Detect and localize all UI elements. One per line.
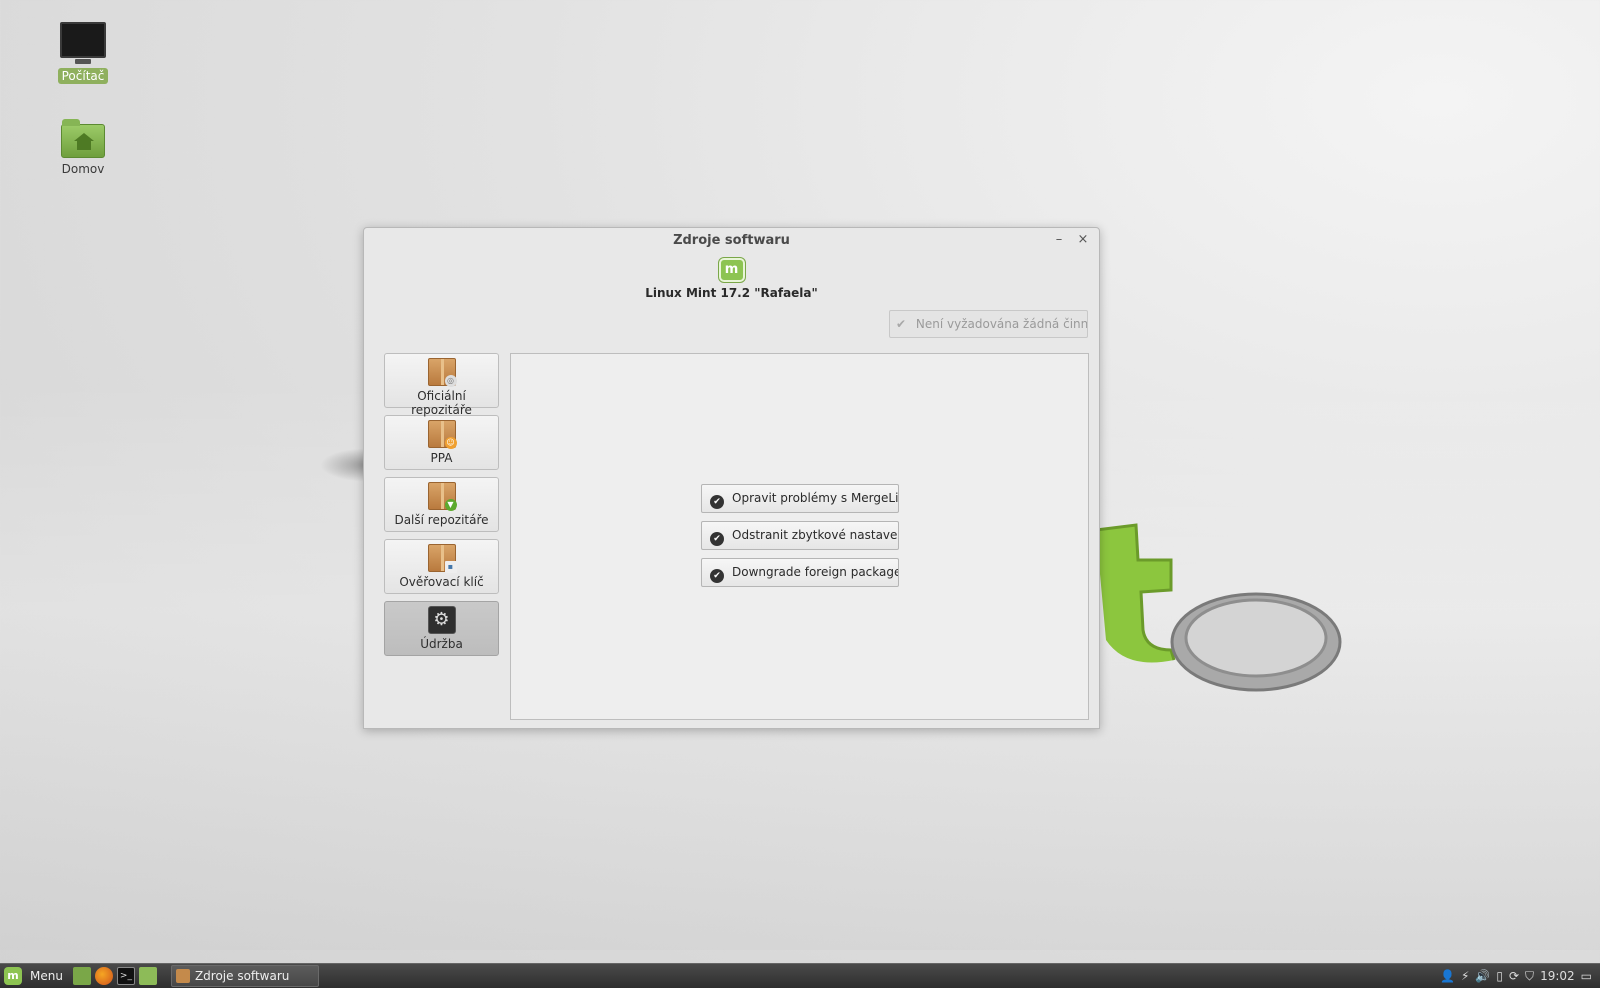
firefox-icon[interactable] [94,967,113,985]
check-circle-icon: ✔ [710,495,724,509]
wallpaper-mint-logo [1096,523,1342,692]
distro-version-label: Linux Mint 17.2 "Rafaela" [645,286,818,300]
computer-monitor-icon [60,22,106,64]
sidebar-item-label: Další repozitáře [394,513,489,527]
close-button[interactable]: × [1077,228,1089,254]
volume-icon[interactable]: 🔊 [1475,969,1490,983]
button-label: Opravit problémy s MergeList [732,491,899,505]
maintenance-panel: ✔ Opravit problémy s MergeList ✔ Odstranit… [510,353,1089,720]
menu-button[interactable]: m Menu [0,964,71,988]
menu-label: Menu [30,969,63,983]
sidebar-item-additional-repositories[interactable]: ▼ Další repozitáře [384,477,499,532]
no-action-required-button[interactable]: ✔ Není vyžadována žádná činnost [889,310,1088,338]
fix-mergelist-button[interactable]: ✔ Opravit problémy s MergeList [701,484,899,513]
clock[interactable]: 19:02 [1540,969,1575,983]
status-button-label: Není vyžadována žádná činnost [915,317,1088,331]
sidebar-item-ppa[interactable]: ☺ PPA [384,415,499,470]
minimize-button[interactable]: – [1053,228,1065,254]
package-add-icon: ▼ [427,482,457,511]
mint-menu-icon: m [4,967,22,985]
downgrade-foreign-packages-button[interactable]: ✔ Downgrade foreign packages [701,558,899,587]
sidebar-item-maintenance[interactable]: ⚙ Údržba [384,601,499,656]
sidebar-item-official-repositories[interactable]: ◎ Oficiální repozitáře [384,353,499,417]
software-sources-icon [175,969,190,983]
taskbar: m Menu >_ Zdroje softwaru 👤 ⚡ 🔊 ▯ ⟳ ⛉ 19… [0,963,1600,988]
desktop-icon-home[interactable]: Domov [38,119,128,177]
sidebar-item-label: Údržba [420,637,463,651]
battery-icon[interactable]: ▯ [1496,969,1503,983]
check-circle-icon: ✔ [710,569,724,583]
system-tray: 👤 ⚡ 🔊 ▯ ⟳ ⛉ 19:02 ▭ [1440,969,1600,984]
maintenance-actions: ✔ Opravit problémy s MergeList ✔ Odstranit… [701,484,899,595]
remove-residual-config-button[interactable]: ✔ Odstranit zbytkové nastavení [701,521,899,550]
check-circle-icon: ✔ [710,532,724,546]
desktop-icon-label: Počítač [57,68,109,84]
files-icon[interactable] [138,967,157,985]
home-folder-icon [61,119,105,158]
check-icon: ✔ [896,317,907,331]
button-label: Odstranit zbytkové nastavení [732,528,899,542]
sidebar-item-label: Oficiální repozitáře [411,389,472,417]
package-cd-icon: ◎ [427,358,457,387]
package-ppa-icon: ☺ [427,420,457,449]
show-desktop-icon[interactable] [72,967,91,985]
sidebar: ◎ Oficiální repozitáře ☺ PPA ▼ Další rep… [384,353,499,663]
display-icon[interactable]: ▭ [1581,969,1592,983]
desktop-icon-computer[interactable]: Počítač [38,22,128,84]
tools-icon: ⚙ [427,606,456,634]
terminal-icon[interactable]: >_ [116,967,135,985]
button-label: Downgrade foreign packages [732,565,899,579]
window-title: Zdroje softwaru [673,233,790,248]
window-header: m Linux Mint 17.2 "Rafaela" [364,258,1099,300]
network-icon[interactable]: ⚡ [1461,969,1469,983]
linux-mint-logo-icon: m [718,258,745,282]
software-sources-window: Zdroje softwaru – × m Linux Mint 17.2 "R… [363,227,1100,729]
shield-icon[interactable]: ⛉ [1525,969,1534,984]
sidebar-item-label: PPA [430,451,453,465]
desktop-icon-label: Domov [61,162,105,176]
window-titlebar[interactable]: Zdroje softwaru – × [364,228,1099,254]
user-icon[interactable]: 👤 [1440,969,1455,983]
taskbar-window-button[interactable]: Zdroje softwaru [170,965,319,987]
update-icon[interactable]: ⟳ [1509,969,1519,983]
package-key-icon: ▪ [427,544,457,573]
sidebar-item-authentication-keys[interactable]: ▪ Ověřovací klíč [384,539,499,594]
taskbar-window-label: Zdroje softwaru [194,969,290,983]
sidebar-item-label: Ověřovací klíč [399,575,484,589]
